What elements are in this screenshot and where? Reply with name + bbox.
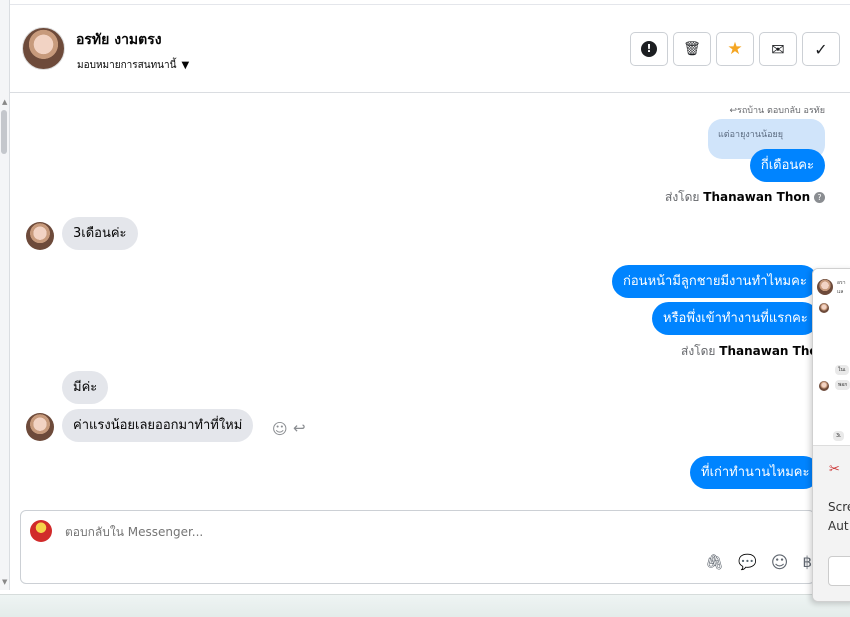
message-outgoing[interactable]: หรือพึ่งเข้าทำงานที่แรกคะ bbox=[652, 302, 819, 335]
spam-icon: ! bbox=[641, 41, 657, 57]
thumbnail-text: อรา bbox=[837, 280, 846, 286]
reply-arrow-icon: ↩ bbox=[729, 106, 737, 116]
message-outgoing[interactable]: ก่อนหน้ามีลูกชายมีงานทำไหมคะ bbox=[612, 265, 818, 298]
thumbnail-bubble: พอก bbox=[835, 380, 850, 390]
screenshot-thumbnail[interactable]: อรา แล ในเ พอก 3เ bbox=[813, 269, 850, 445]
contact-avatar-small[interactable] bbox=[26, 413, 54, 441]
scrollbar-thumb[interactable] bbox=[1, 110, 7, 154]
reply-context-note: ↩รถบ้าน ตอบกลับ อรทัย bbox=[729, 106, 825, 116]
messenger-conversation-page: ▲ ▼ อรทัย งามตรง มอบหมายการสนทนานี้ ▼ ! … bbox=[0, 0, 850, 617]
check-icon: ✓ bbox=[814, 39, 828, 59]
envelope-icon: ✉ bbox=[771, 39, 785, 59]
thumbnail-avatar bbox=[817, 279, 833, 295]
message-incoming[interactable]: ค่าแรงน้อยเลยออกมาทำที่ใหม่ bbox=[62, 409, 254, 442]
star-icon: ★ bbox=[727, 39, 743, 59]
caret-down-icon: ▼ bbox=[181, 60, 190, 71]
reply-arrow-icon[interactable]: ↩ bbox=[293, 419, 306, 437]
sent-by-label: ส่งโดย Thanawan Thon bbox=[681, 344, 827, 358]
thumbnail-bubble: ในเ bbox=[835, 365, 849, 375]
payment-baht-icon[interactable]: ฿ bbox=[802, 553, 812, 573]
scroll-down-arrow-icon[interactable]: ▼ bbox=[2, 578, 7, 586]
saved-reply-icon[interactable]: 💬 bbox=[738, 553, 757, 573]
thumbnail-avatar bbox=[819, 303, 829, 313]
mark-spam-button[interactable]: ! bbox=[630, 32, 668, 66]
react-emoji-icon[interactable]: ☺ bbox=[272, 420, 288, 438]
page-avatar bbox=[30, 520, 52, 542]
message-thread[interactable]: ↩รถบ้าน ตอบกลับ อรทัย แต่อายุงานน้อยยุ ก… bbox=[10, 94, 850, 498]
screenshot-notification-panel[interactable]: อรา แล ในเ พอก 3เ ✂ Scre Aut bbox=[812, 268, 850, 602]
notification-action-button[interactable] bbox=[828, 556, 850, 586]
contact-avatar[interactable] bbox=[22, 27, 65, 70]
mark-unread-button[interactable]: ✉ bbox=[759, 32, 797, 66]
left-scrollbar[interactable]: ▲ ▼ bbox=[0, 0, 10, 590]
thumbnail-text: แล bbox=[837, 289, 844, 295]
reply-input[interactable] bbox=[65, 525, 665, 539]
assign-label: มอบหมายการสนทนานี้ bbox=[77, 60, 177, 71]
sent-by-label: ส่งโดย Thanawan Thon ? bbox=[665, 188, 825, 207]
contact-avatar-small[interactable] bbox=[26, 222, 54, 250]
notification-title: Scre bbox=[828, 500, 850, 514]
trash-icon: 🗑 bbox=[683, 41, 701, 57]
reply-composer: 🖇 💬 ☺ ฿ bbox=[20, 510, 815, 584]
conversation-actions: ! 🗑 ★ ✉ ✓ bbox=[630, 32, 840, 66]
help-icon[interactable]: ? bbox=[814, 192, 825, 203]
thumbnail-avatar bbox=[819, 381, 829, 391]
notification-subtitle: Aut bbox=[828, 519, 849, 533]
attachment-icon[interactable]: 🖇 bbox=[705, 553, 724, 573]
message-outgoing[interactable]: ที่เก่าทำนานไหมคะ bbox=[690, 456, 821, 489]
conversation-header: อรทัย งามตรง มอบหมายการสนทนานี้ ▼ ! 🗑 ★ … bbox=[10, 4, 850, 93]
message-incoming[interactable]: มีค่ะ bbox=[62, 371, 109, 404]
contact-name[interactable]: อรทัย งามตรง bbox=[76, 29, 162, 51]
notification-body: ✂ Scre Aut bbox=[813, 445, 850, 601]
star-button[interactable]: ★ bbox=[716, 32, 754, 66]
message-incoming[interactable]: 3เดือนค่ะ bbox=[62, 217, 138, 250]
scroll-up-arrow-icon[interactable]: ▲ bbox=[2, 98, 7, 106]
emoji-icon[interactable]: ☺ bbox=[771, 553, 789, 573]
taskbar-strip bbox=[0, 594, 850, 617]
composer-toolbar: 🖇 💬 ☺ ฿ bbox=[705, 553, 812, 573]
snipping-tool-icon: ✂ bbox=[829, 462, 840, 477]
thumbnail-bubble: 3เ bbox=[833, 431, 844, 441]
assign-conversation-dropdown[interactable]: มอบหมายการสนทนานี้ ▼ bbox=[77, 58, 189, 73]
delete-button[interactable]: 🗑 bbox=[673, 32, 711, 66]
mark-done-button[interactable]: ✓ bbox=[802, 32, 840, 66]
message-outgoing[interactable]: กี่เดือนคะ bbox=[749, 149, 825, 182]
